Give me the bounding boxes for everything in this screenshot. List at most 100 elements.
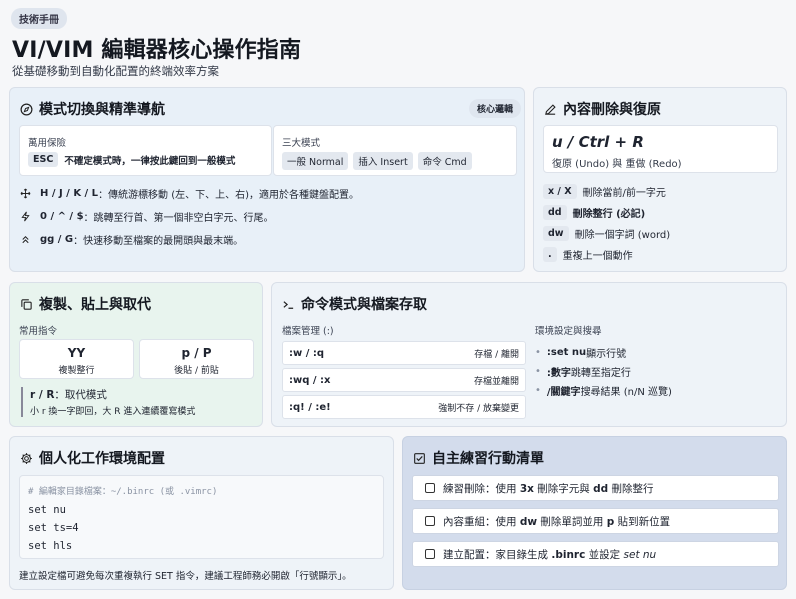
cmd-desc-w: 存檔 / 離開 [474,349,519,360]
delete-key-dot: . [543,247,557,262]
nav-card: 模式切換與精準導航 核心邏輯 萬用保險 ESC 不確定模式時，一律按此鍵回到一般… [9,87,525,272]
env-item-search: • /關鍵字 搜尋結果 (n/N 巡覽) [535,383,672,398]
copy-icon [21,298,32,310]
task-checkbox-3[interactable] [425,549,435,559]
copy-card: 複製、貼上與取代 常用指令 YY 複製整行 p / P 後貼 / 前貼 r / … [9,282,263,427]
lightning-icon [21,211,30,222]
task-item-3[interactable]: 建立配置：家目錄生成 .binrc 並設定 set nu [412,541,779,567]
task-item-1[interactable]: 練習刪除：使用 3x 刪除字元與 dd 刪除整行 [412,475,779,501]
env-item-setnu: • :set nu 顯示行號 [535,345,626,360]
copy-label: 常用指令 [19,326,58,337]
compass-icon [20,103,33,115]
task-checkbox-2[interactable] [425,516,435,526]
delete-desc-dot: 重複上一個動作 [562,251,633,262]
task-checkbox-1[interactable] [425,483,435,493]
config-line-1: set nu [28,504,66,516]
config-card: 個人化工作環境配置 # 編輯家目錄檔案：~/.binrc (或 .vimrc) … [9,436,394,590]
task-1-mid: 刪除字元與 [533,482,594,495]
delete-card: 內容刪除與復原 u / Ctrl + R 復原 (Undo) 與 重做 (Red… [533,87,787,272]
yy-box: YY 複製整行 [19,339,134,379]
terminal-icon [283,300,294,309]
delete-item-dd: dd 刪除整行 (必記) [543,205,645,220]
replace-desc: 小 r 換一字即回，大 R 進入連續覆寫模式 [30,407,196,417]
modes-label: 三大模式 [282,138,321,149]
undo-desc: 復原 (Undo) 與 重做 (Redo) [552,159,682,170]
file-label: 檔案管理 (:) [282,326,334,337]
replace-key: r / R [30,389,55,401]
yy-desc: 複製整行 [58,366,95,376]
nav-item-line: 0 / ^ / $ ：跳轉至行首、第一個非空白字元、行尾。 [20,209,274,224]
config-comment: # 編輯家目錄檔案：~/.binrc (或 .vimrc) [28,487,218,497]
delete-item-x: x / X 刪除當前/前一字元 [543,184,666,199]
delete-key-dw: dw [543,226,569,241]
command-card-title: 命令模式與檔案存取 [282,294,427,314]
config-line-3: set hls [28,540,73,552]
config-card-title: 個人化工作環境配置 [20,448,165,468]
nav-key-hjkl: H / J / K / L [40,188,99,199]
task-3-key2: set nu [623,548,657,561]
modes-box: 三大模式 一般 Normal 插入 Insert 命令 Cmd [273,125,517,176]
double-chevron-up-icon [22,236,29,244]
p-desc: 後貼 / 前貼 [174,366,219,376]
tasks-title-text: 自主練習行動清單 [432,451,544,467]
delete-title-text: 內容刪除與復原 [563,102,661,118]
p-key: p / P [181,346,212,360]
delete-key-x: x / X [543,184,577,199]
nav-item-hjkl: H / J / K / L ：傳統游標移動 (左、下、上、右)，適用於各種鍵盤配… [20,186,359,201]
env-key-search: /關鍵字 [546,387,581,398]
page-title: VI/VIM 編輯器核心操作指南 [12,38,302,63]
task-2-pre: 內容重組：使用 [443,515,520,528]
p-box: p / P 後貼 / 前貼 [139,339,254,379]
move-arrows-icon [20,188,31,199]
nav-desc-gg: ：快速移動至檔案的最開頭與最末端。 [73,236,244,247]
nav-key-line: 0 / ^ / $ [40,211,84,222]
cmd-desc-q: 強制不存 / 放棄變更 [438,403,519,414]
copy-title-text: 複製、貼上與取代 [39,297,151,313]
task-3-key1: .binrc [551,548,586,561]
undo-key: u / Ctrl + R [552,133,644,151]
delete-item-dw: dw 刪除一個字詞 (word) [543,226,670,241]
nav-badge: 核心邏輯 [469,99,522,118]
env-desc-num: 跳轉至指定行 [570,368,631,379]
gear-icon [21,452,32,464]
checkbox-checked-icon [414,452,425,464]
replace-title: ：取代模式 [54,389,107,401]
task-1-key2: dd [593,482,609,495]
task-2-key1: dw [519,515,538,528]
nav-title-text: 模式切換與精準導航 [39,102,165,118]
safe-desc: 不確定模式時，一律按此鍵回到一般模式 [64,155,236,167]
page-subtitle: 從基礎移動到自動化配置的終端效率方案 [12,64,219,78]
task-item-2[interactable]: 內容重組：使用 dw 刪除單詞並用 p 貼到新位置 [412,508,779,534]
replace-block: r / R：取代模式 小 r 換一字即回，大 R 進入連續覆寫模式 [21,387,195,417]
env-desc-setnu: 顯示行號 [586,349,627,360]
safe-label: 萬用保險 [28,138,67,149]
delete-desc-dd: 刪除整行 (必記) [572,209,646,220]
delete-card-title: 內容刪除與復原 [544,99,661,119]
task-3-pre: 建立配置：家目錄生成 [443,548,552,561]
config-line-2: set ts=4 [28,522,79,534]
bullet-dot-icon: • [535,347,541,358]
delete-desc-dw: 刪除一個字詞 (word) [574,230,671,241]
task-1-pre: 練習刪除：使用 [443,482,520,495]
cmd-row-wq: :w / :q 存檔 / 離開 [282,341,526,365]
nav-desc-line: ：跳轉至行首、第一個非空白字元、行尾。 [83,213,274,224]
mode-cmd: 命令 Cmd [417,152,472,170]
nav-desc-hjkl: ：傳統游標移動 (左、下、上、右)，適用於各種鍵盤配置。 [98,190,360,201]
cmd-key-w: :w / :q [289,347,325,359]
config-note: 建立設定檔可避免每次重複執行 SET 指令，建議工程師務必開啟「行號顯示」。 [19,571,352,582]
env-desc-search: 搜尋結果 (n/N 巡覽) [580,387,672,398]
copy-card-title: 複製、貼上與取代 [20,294,151,314]
yy-key: YY [67,346,86,360]
esc-key: ESC [28,152,59,167]
env-key-setnu: :set nu [546,347,587,358]
pencil-icon [545,103,556,115]
delete-key-dd: dd [543,205,567,220]
header-tag: 技術手冊 [11,8,67,29]
cmd-desc-x: 存檔並離開 [473,376,519,387]
delete-desc-x: 刪除當前/前一字元 [582,188,666,199]
task-2-mid: 刪除單詞並用 [537,515,607,528]
tasks-card-title: 自主練習行動清單 [413,448,544,468]
config-code-box: # 編輯家目錄檔案：~/.binrc (或 .vimrc) set nu set… [19,475,384,559]
command-card: 命令模式與檔案存取 檔案管理 (:) :w / :q 存檔 / 離開 :wq /… [271,282,787,427]
config-title-text: 個人化工作環境配置 [39,451,165,467]
